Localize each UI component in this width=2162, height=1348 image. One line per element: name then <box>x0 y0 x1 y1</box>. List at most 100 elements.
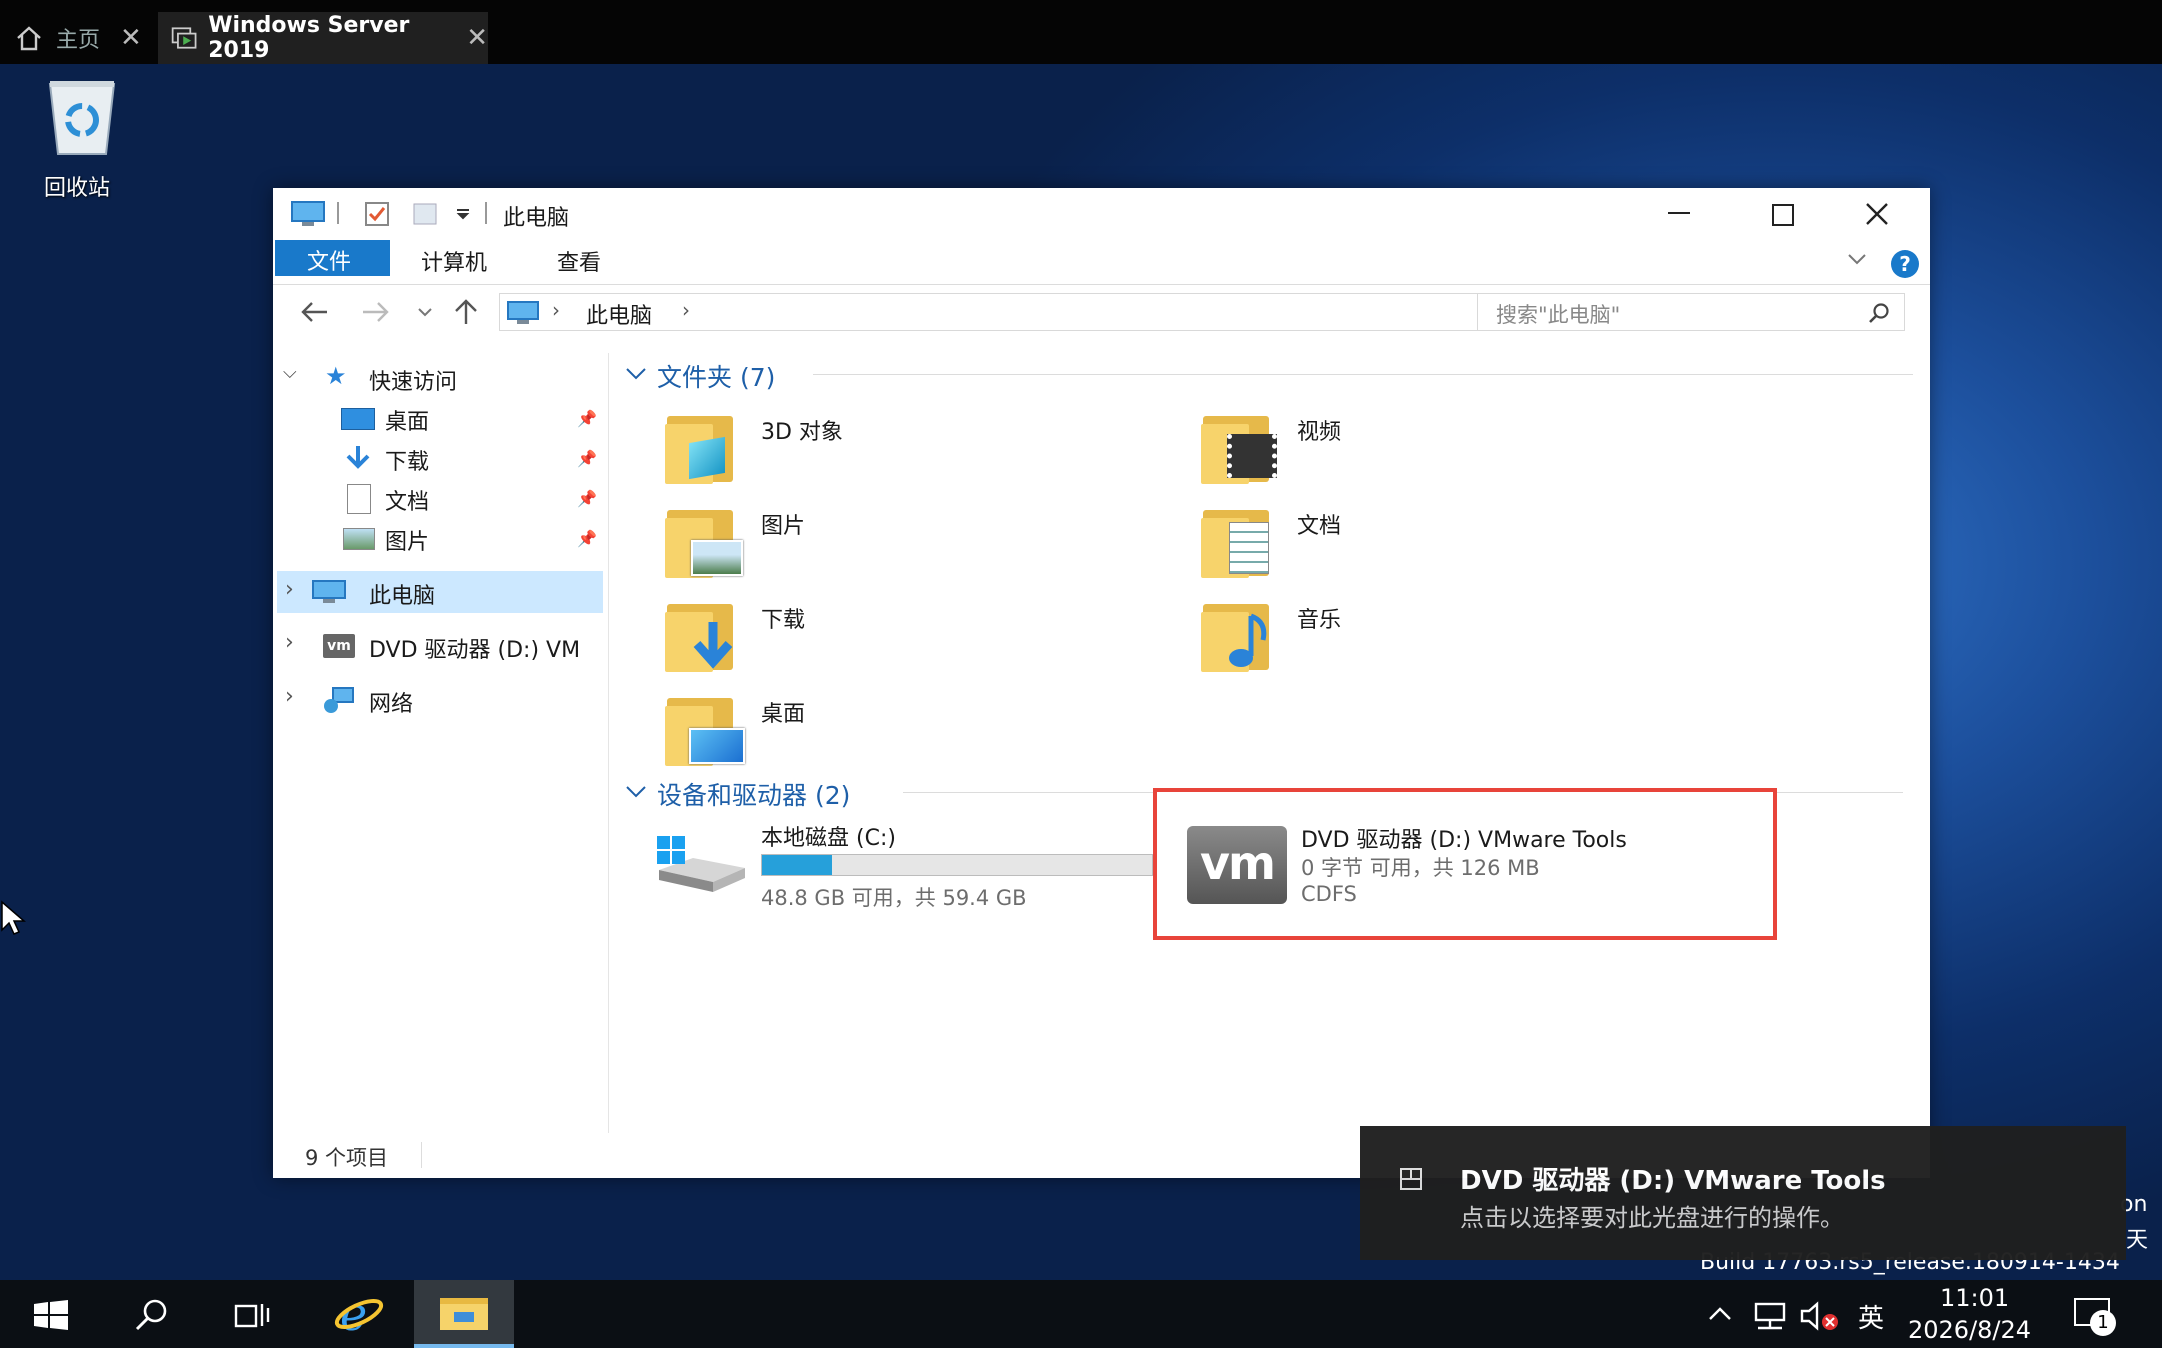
drive-c[interactable]: 本地磁盘 (C:) 48.8 GB 可用，共 59.4 GB <box>653 820 1153 912</box>
clock-date[interactable]: 2026/8/24 <box>1908 1316 2031 1344</box>
folder-downloads[interactable] <box>665 598 747 672</box>
chevron-down-icon[interactable] <box>625 784 647 800</box>
nav-dvd-drive[interactable]: › vm DVD 驱动器 (D:) VM <box>273 626 603 666</box>
download-arrow-icon <box>346 446 370 469</box>
show-hidden-icons-chevron-up-icon[interactable] <box>1708 1306 1732 1322</box>
help-icon[interactable]: ? <box>1891 250 1919 278</box>
pin-icon[interactable]: 📌 <box>577 529 597 548</box>
search-input[interactable]: 搜索"此电脑" <box>1477 293 1905 331</box>
up-button[interactable] <box>453 298 479 326</box>
this-pc-icon <box>507 301 539 324</box>
search-icon[interactable] <box>134 1298 170 1332</box>
nav-item-downloads[interactable]: 下载 📌 <box>273 438 603 478</box>
folder-label: 文档 <box>1297 514 1342 539</box>
vm-tab-home[interactable]: 主页 ✕ <box>0 12 152 64</box>
file-explorer-taskbar-button[interactable] <box>414 1280 514 1348</box>
folder-pictures[interactable] <box>665 504 747 578</box>
nav-item-desktop[interactable]: 桌面 📌 <box>273 398 603 438</box>
chevron-down-icon[interactable]: ⌵ <box>283 362 297 383</box>
download-arrow-icon <box>693 622 733 669</box>
tab-file[interactable]: 文件 <box>275 240 390 276</box>
picture-icon <box>343 528 375 550</box>
folder-documents[interactable] <box>1201 504 1283 578</box>
chevron-down-icon[interactable] <box>455 206 471 222</box>
drive-d-filesystem: CDFS <box>1301 882 1357 906</box>
recent-locations-icon[interactable] <box>417 306 433 318</box>
folder-videos[interactable] <box>1201 410 1283 484</box>
windows-start-icon[interactable] <box>34 1300 68 1330</box>
cube-icon <box>689 436 725 480</box>
ribbon-expand-icon[interactable] <box>1847 252 1867 266</box>
nav-this-pc[interactable]: › 此电脑 <box>277 571 603 613</box>
speaker-muted-icon[interactable] <box>1800 1300 1840 1332</box>
pin-icon[interactable]: 📌 <box>577 409 597 428</box>
status-item-count: 9 个项目 <box>305 1146 389 1170</box>
minimize-button[interactable] <box>1668 212 1690 214</box>
chevron-right-icon[interactable]: › <box>285 630 294 655</box>
folders-group-header[interactable]: 文件夹 (7) <box>657 358 775 394</box>
nav-quick-access[interactable]: ⌵ ★ 快速访问 <box>273 358 603 398</box>
chevron-down-icon[interactable] <box>625 366 647 382</box>
nav-item-pictures[interactable]: 图片 📌 <box>273 518 603 558</box>
vm-running-icon <box>171 27 197 49</box>
desktop-icon <box>689 728 745 764</box>
action-center-icon[interactable]: 1 <box>2074 1298 2116 1336</box>
folder-desktop[interactable] <box>665 692 747 766</box>
address-segment[interactable]: 此电脑 <box>586 298 652 330</box>
folder-music[interactable] <box>1201 598 1283 672</box>
network-icon[interactable] <box>1752 1300 1788 1330</box>
search-icon[interactable] <box>1868 302 1890 324</box>
back-button[interactable] <box>299 300 329 324</box>
properties-icon[interactable] <box>363 200 391 228</box>
recycle-bin-icon <box>48 81 116 155</box>
close-icon[interactable]: ✕ <box>120 23 142 53</box>
disc-drive-icon <box>1400 1168 1422 1190</box>
network-icon <box>324 687 354 713</box>
folder-icon <box>440 1298 488 1330</box>
picture-icon <box>691 540 743 576</box>
mouse-cursor-icon <box>1 900 26 935</box>
internet-explorer-icon[interactable]: e <box>334 1290 384 1338</box>
forward-button[interactable] <box>361 300 391 324</box>
chevron-right-icon[interactable]: › <box>682 298 690 322</box>
this-pc-icon <box>312 580 346 603</box>
navigation-pane: ⌵ ★ 快速访问 桌面 📌 下载 📌 文档 📌 图片 📌 › 此电脑 › vm … <box>273 358 613 1038</box>
task-view-icon[interactable] <box>234 1300 272 1330</box>
pin-icon[interactable]: 📌 <box>577 489 597 508</box>
vm-tab-windows-server[interactable]: Windows Server 2019 ✕ <box>158 12 488 64</box>
devices-group-header[interactable]: 设备和驱动器 (2) <box>657 776 850 812</box>
vm-tab-label: Windows Server 2019 <box>208 13 410 63</box>
drive-c-name: 本地磁盘 (C:) <box>761 826 896 851</box>
folder-label: 3D 对象 <box>761 420 843 445</box>
maximize-button[interactable] <box>1772 204 1794 226</box>
desktop-watermark-edge-2: 天 <box>2126 1228 2149 1253</box>
vm-tab-bar: 主页 ✕ Windows Server 2019 ✕ <box>0 0 2162 64</box>
tab-view[interactable]: 查看 <box>557 245 601 277</box>
new-folder-icon[interactable] <box>411 200 439 228</box>
vm-drive-icon: vm <box>323 634 355 658</box>
search-placeholder: 搜索"此电脑" <box>1496 303 1621 327</box>
nav-network[interactable]: › 网络 <box>273 680 603 720</box>
input-method-indicator[interactable]: 英 <box>1858 1298 1884 1335</box>
chevron-right-icon[interactable]: › <box>285 577 294 602</box>
vmware-drive-icon: vm <box>1187 826 1287 904</box>
chevron-right-icon[interactable]: › <box>285 684 294 709</box>
toast-notification[interactable]: DVD 驱动器 (D:) VMware Tools 点击以选择要对此光盘进行的操… <box>1360 1126 2126 1260</box>
drive-d-space: 0 字节 可用，共 126 MB <box>1301 856 1540 880</box>
nav-item-documents[interactable]: 文档 📌 <box>273 478 603 518</box>
close-button[interactable] <box>1865 202 1889 226</box>
recycle-bin[interactable]: 回收站 <box>28 74 138 201</box>
folder-3d-objects[interactable] <box>665 410 747 484</box>
drive-d-name[interactable]: DVD 驱动器 (D:) VMware Tools <box>1301 822 1627 854</box>
close-icon[interactable]: ✕ <box>466 23 488 53</box>
vm-tab-home-label: 主页 <box>56 28 101 53</box>
folder-label: 下载 <box>761 608 806 633</box>
chevron-right-icon[interactable]: › <box>552 298 560 322</box>
pin-icon[interactable]: 📌 <box>577 449 597 468</box>
document-icon <box>347 484 371 514</box>
clock-time[interactable]: 11:01 <box>1940 1284 2009 1312</box>
tab-computer[interactable]: 计算机 <box>421 245 487 277</box>
desktop-icon <box>341 408 375 430</box>
star-icon: ★ <box>325 362 347 390</box>
home-icon <box>17 26 41 51</box>
